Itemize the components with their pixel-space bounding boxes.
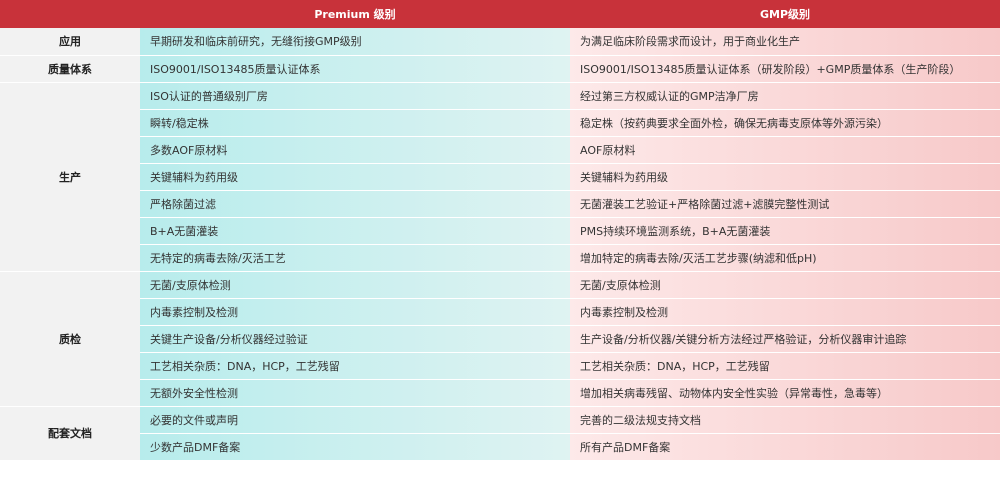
table-row: 配套文档 必要的文件或声明 完善的二级法规支持文档	[0, 406, 1000, 461]
table-row: 生产 ISO认证的普通级别厂房 经过第三方权威认证的GMP洁净厂房	[0, 82, 1000, 272]
gmp-cell: 经过第三方权威认证的GMP洁净厂房	[570, 82, 1000, 110]
header-gmp: GMP级别	[570, 0, 1000, 28]
gmp-cell: 工艺相关杂质：DNA，HCP，工艺残留	[570, 352, 1000, 380]
header-row: Premium 级别 GMP级别	[0, 0, 1000, 28]
premium-cell: 关键辅料为药用级	[140, 163, 570, 191]
gmp-cell: ISO9001/ISO13485质量认证体系（研发阶段）+GMP质量体系（生产阶…	[570, 55, 1000, 83]
premium-cell: 无特定的病毒去除/灭活工艺	[140, 244, 570, 272]
premium-cell: 必要的文件或声明	[140, 406, 570, 434]
gmp-cell: 完善的二级法规支持文档	[570, 406, 1000, 434]
premium-cell: 无菌/支原体检测	[140, 271, 570, 299]
premium-cell: 关键生产设备/分析仪器经过验证	[140, 325, 570, 353]
premium-cell: ISO9001/ISO13485质量认证体系	[140, 55, 570, 83]
category-cell: 质量体系	[0, 55, 140, 83]
table-row: 严格除菌过滤 无菌灌装工艺验证+严格除菌过滤+滤膜完整性测试	[0, 190, 1000, 218]
table-row: B+A无菌灌装 PMS持续环境监测系统，B+A无菌灌装	[0, 217, 1000, 245]
premium-cell: B+A无菌灌装	[140, 217, 570, 245]
header-premium: Premium 级别	[140, 0, 570, 28]
gmp-cell: 增加相关病毒残留、动物体内安全性实验（异常毒性，急毒等）	[570, 379, 1000, 407]
table-row: 无额外安全性检测 增加相关病毒残留、动物体内安全性实验（异常毒性，急毒等）	[0, 379, 1000, 407]
gmp-cell: 所有产品DMF备案	[570, 433, 1000, 461]
comparison-table: Premium 级别 GMP级别 应用 早期研发和临床前研究，无缝衔接GMP级别…	[0, 0, 1000, 461]
table-row: 关键生产设备/分析仪器经过验证 生产设备/分析仪器/关键分析方法经过严格验证，分…	[0, 325, 1000, 353]
premium-cell: 瞬转/稳定株	[140, 109, 570, 137]
premium-cell: 多数AOF原材料	[140, 136, 570, 164]
gmp-cell: 稳定株（按药典要求全面外检，确保无病毒支原体等外源污染）	[570, 109, 1000, 137]
gmp-cell: 关键辅料为药用级	[570, 163, 1000, 191]
category-cell: 应用	[0, 28, 140, 56]
gmp-cell: 为满足临床阶段需求而设计，用于商业化生产	[570, 28, 1000, 56]
table-row: 质量体系 ISO9001/ISO13485质量认证体系 ISO9001/ISO1…	[0, 55, 1000, 83]
premium-cell: 少数产品DMF备案	[140, 433, 570, 461]
table-row: 应用 早期研发和临床前研究，无缝衔接GMP级别 为满足临床阶段需求而设计，用于商…	[0, 28, 1000, 56]
category-cell: 生产	[0, 82, 140, 272]
gmp-cell: PMS持续环境监测系统，B+A无菌灌装	[570, 217, 1000, 245]
table-row: 内毒素控制及检测 内毒素控制及检测	[0, 298, 1000, 326]
category-cell: 配套文档	[0, 406, 140, 461]
table-row: 瞬转/稳定株 稳定株（按药典要求全面外检，确保无病毒支原体等外源污染）	[0, 109, 1000, 137]
premium-cell: 内毒素控制及检测	[140, 298, 570, 326]
table-row: 多数AOF原材料 AOF原材料	[0, 136, 1000, 164]
table-row: 关键辅料为药用级 关键辅料为药用级	[0, 163, 1000, 191]
table-row: 质检 无菌/支原体检测 无菌/支原体检测	[0, 271, 1000, 407]
premium-cell: 无额外安全性检测	[140, 379, 570, 407]
gmp-cell: 生产设备/分析仪器/关键分析方法经过严格验证，分析仪器审计追踪	[570, 325, 1000, 353]
category-cell: 质检	[0, 271, 140, 407]
gmp-cell: 内毒素控制及检测	[570, 298, 1000, 326]
header-corner	[0, 0, 140, 28]
gmp-cell: 无菌/支原体检测	[570, 271, 1000, 299]
gmp-cell: 增加特定的病毒去除/灭活工艺步骤(纳滤和低pH)	[570, 244, 1000, 272]
table-body: 应用 早期研发和临床前研究，无缝衔接GMP级别 为满足临床阶段需求而设计，用于商…	[0, 28, 1000, 461]
gmp-cell: AOF原材料	[570, 136, 1000, 164]
premium-cell: 早期研发和临床前研究，无缝衔接GMP级别	[140, 28, 570, 56]
table-row: 工艺相关杂质：DNA，HCP，工艺残留 工艺相关杂质：DNA，HCP，工艺残留	[0, 352, 1000, 380]
gmp-cell: 无菌灌装工艺验证+严格除菌过滤+滤膜完整性测试	[570, 190, 1000, 218]
table-row: 少数产品DMF备案 所有产品DMF备案	[0, 433, 1000, 461]
table-row: 无特定的病毒去除/灭活工艺 增加特定的病毒去除/灭活工艺步骤(纳滤和低pH)	[0, 244, 1000, 272]
premium-cell: ISO认证的普通级别厂房	[140, 82, 570, 110]
premium-cell: 工艺相关杂质：DNA，HCP，工艺残留	[140, 352, 570, 380]
premium-cell: 严格除菌过滤	[140, 190, 570, 218]
